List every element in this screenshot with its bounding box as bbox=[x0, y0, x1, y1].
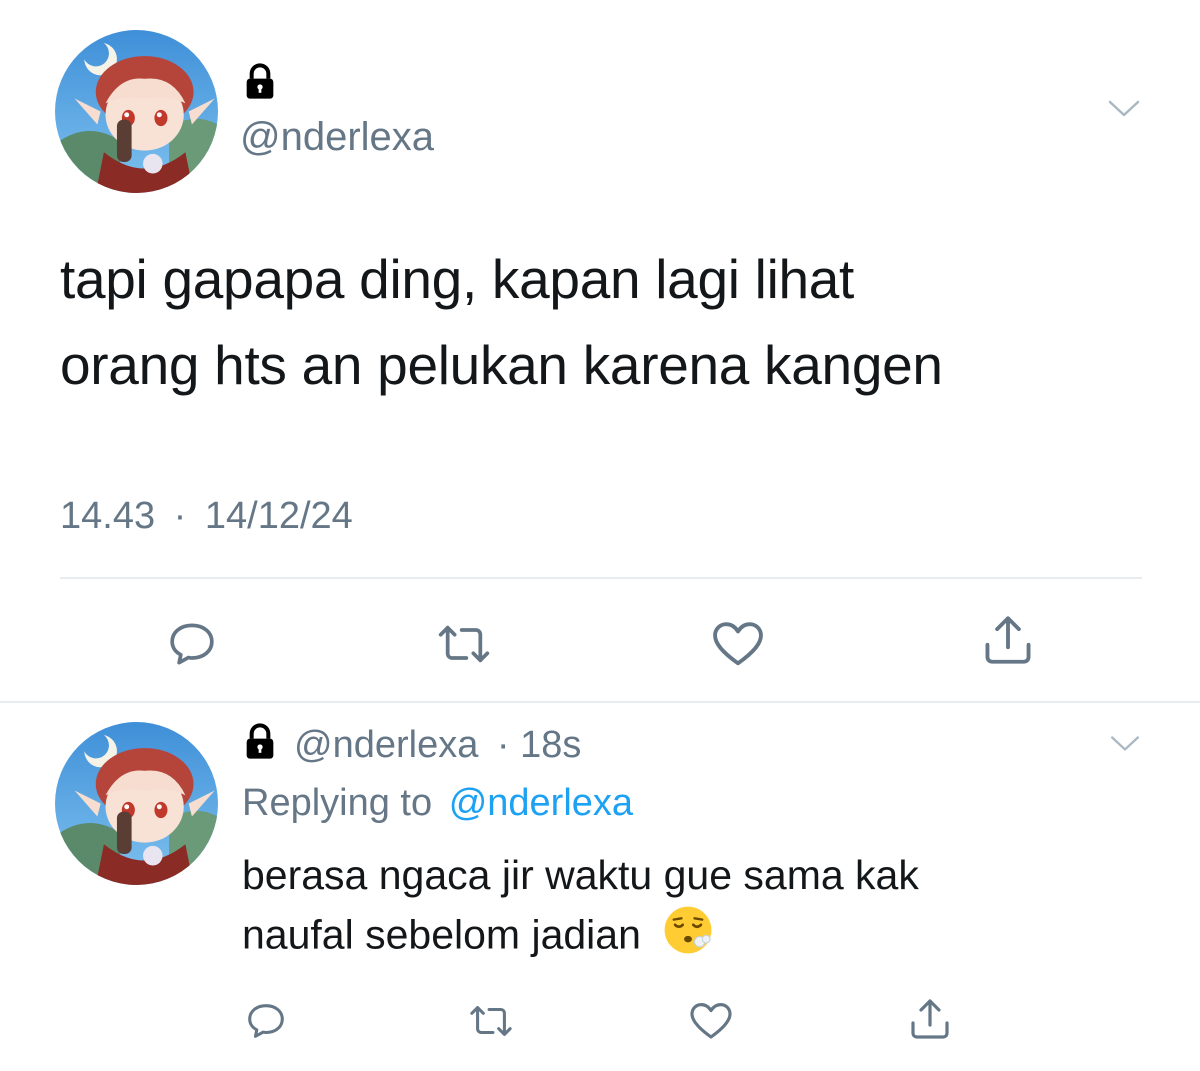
lock-icon bbox=[240, 722, 280, 762]
like-icon[interactable] bbox=[708, 615, 768, 673]
reply-text-content: naufal sebelom jadian bbox=[242, 911, 641, 958]
tweet-author-handle[interactable]: @nderlexa bbox=[240, 115, 434, 160]
exhale-emoji bbox=[662, 904, 714, 971]
reply-author-line: @nderlexa · 18s bbox=[294, 724, 581, 767]
divider bbox=[60, 577, 1142, 579]
meta-separator: · bbox=[173, 495, 187, 537]
reply-icon[interactable] bbox=[243, 998, 289, 1044]
avatar[interactable] bbox=[55, 30, 218, 193]
lock-icon bbox=[240, 62, 280, 102]
tweet-text-line: tapi gapapa ding, kapan lagi lihat bbox=[60, 248, 855, 310]
replying-to: Replying to @nderlexa bbox=[242, 782, 633, 825]
reply-time: · 18s bbox=[496, 724, 582, 766]
anime-character-avatar bbox=[55, 722, 218, 885]
replying-mention-link[interactable]: @nderlexa bbox=[449, 782, 633, 824]
share-icon[interactable] bbox=[979, 610, 1037, 670]
like-icon[interactable] bbox=[687, 997, 735, 1045]
chevron-down-icon[interactable] bbox=[1106, 96, 1142, 120]
reply-icon[interactable] bbox=[164, 616, 220, 672]
anime-character-avatar bbox=[55, 30, 218, 193]
reply-author-handle[interactable]: @nderlexa bbox=[294, 724, 478, 766]
retweet-icon[interactable] bbox=[466, 998, 516, 1044]
reply-text: berasa ngaca jir waktu gue sama kak nauf… bbox=[242, 846, 1142, 971]
tweet-time: 14.43 bbox=[60, 495, 156, 537]
retweet-icon[interactable] bbox=[433, 616, 495, 672]
reply-text-line: naufal sebelom jadian bbox=[242, 904, 1142, 971]
tweet-text: tapi gapapa ding, kapan lagi lihat orang… bbox=[60, 236, 1160, 408]
divider bbox=[0, 701, 1200, 703]
replying-prefix: Replying to bbox=[242, 782, 433, 824]
tweet-text-line: orang hts an pelukan karena kangen bbox=[60, 334, 943, 396]
avatar[interactable] bbox=[55, 722, 218, 885]
reply-text-line: berasa ngaca jir waktu gue sama kak bbox=[242, 852, 919, 898]
chevron-down-icon[interactable] bbox=[1108, 732, 1142, 754]
tweet-date: 14/12/24 bbox=[204, 495, 353, 537]
tweet-timestamp[interactable]: 14.43 · 14/12/24 bbox=[60, 495, 353, 538]
share-icon[interactable] bbox=[906, 994, 954, 1044]
